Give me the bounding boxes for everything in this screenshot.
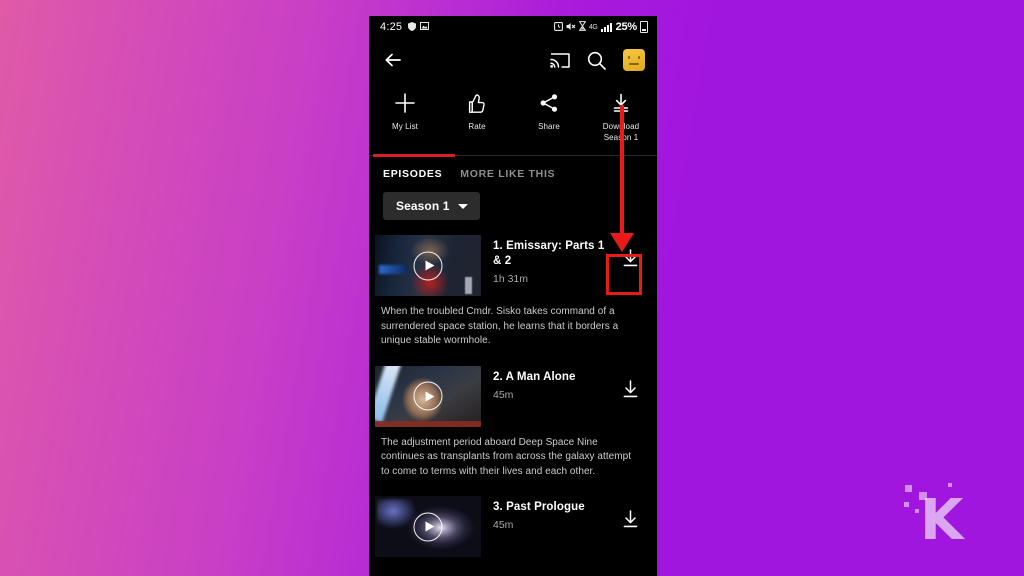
action-row: My List Rate Share Season 1	[369, 82, 657, 147]
tab-list: EPISODES MORE LIKE THIS	[369, 156, 657, 190]
episode-duration: 45m	[493, 519, 514, 531]
episode-row: 2. A Man Alone 45m	[375, 359, 647, 427]
tab-episodes[interactable]: EPISODES	[383, 168, 442, 180]
tab-bar: EPISODES MORE LIKE THIS	[369, 154, 657, 190]
episode-description: The adjustment period aboard Deep Space …	[381, 436, 632, 477]
rate-label: Rate	[468, 122, 486, 131]
status-clock: 4:25	[380, 21, 403, 33]
episode-item-3[interactable]: 3. Past Prologue 45m	[369, 489, 657, 557]
watermark-logo: K	[903, 473, 973, 553]
episode-title: 2. A Man Alone	[493, 370, 576, 383]
episode-description: When the troubled Cmdr. Sisko takes comm…	[381, 306, 619, 346]
annotation-arrow-line	[620, 105, 624, 237]
network-type-label: 4G	[588, 23, 598, 31]
my-list-button[interactable]: My List	[369, 90, 441, 143]
nav-right-group	[550, 49, 645, 71]
tab-more-like-this[interactable]: MORE LIKE THIS	[460, 168, 555, 180]
play-icon[interactable]	[413, 381, 443, 411]
episode-row: 3. Past Prologue 45m	[375, 489, 647, 557]
share-label: Share	[538, 122, 560, 131]
status-left-icons	[408, 21, 430, 33]
avatar-mouth	[629, 63, 639, 65]
annotation-highlight-box	[606, 254, 642, 295]
thumbs-up-icon	[467, 90, 487, 116]
annotation-arrow-head	[610, 233, 634, 252]
search-icon[interactable]	[587, 51, 606, 70]
watermark-letter: K	[920, 488, 963, 553]
alarm-icon	[553, 21, 563, 33]
episode-duration: 1h 31m	[493, 273, 529, 285]
play-icon[interactable]	[413, 512, 443, 541]
episode-thumbnail[interactable]	[375, 235, 481, 296]
season-dropdown-label: Season 1	[396, 199, 450, 213]
watermark-pixel	[948, 483, 952, 487]
hourglass-icon	[578, 21, 587, 33]
episode-title: 1. Emissary: Parts 1 & 2	[493, 240, 605, 267]
battery-icon	[640, 21, 648, 33]
battery-percent-label: 25%	[615, 21, 638, 33]
watermark-pixel	[915, 509, 919, 513]
back-arrow-icon[interactable]	[383, 50, 403, 70]
episode-item-2[interactable]: 2. A Man Alone 45m The adjustment period…	[369, 359, 657, 490]
share-icon	[539, 90, 559, 116]
episode-info: 1. Emissary: Parts 1 & 2 1h 31m	[481, 235, 613, 285]
mute-icon	[566, 22, 576, 33]
avatar-eye-right	[638, 56, 640, 59]
episode-thumbnail[interactable]	[375, 496, 481, 557]
episode-thumbnail[interactable]	[375, 365, 481, 427]
avatar-eye-left	[628, 56, 630, 59]
status-right-icons: 4G 25%	[553, 21, 648, 33]
episode-title: 3. Past Prologue	[493, 501, 585, 513]
app-nav-bar	[369, 38, 657, 82]
image-icon	[420, 22, 430, 32]
phone-screenshot: 4:25 4G 25% My List Rate Share Season 1 …	[369, 16, 657, 576]
chevron-down-icon	[457, 203, 468, 209]
episode-download-button[interactable]	[613, 366, 647, 400]
watermark-pixel	[905, 485, 912, 492]
play-icon[interactable]	[413, 251, 443, 280]
rate-button[interactable]: Rate	[441, 90, 513, 143]
episode-duration: 45m	[493, 388, 514, 401]
episode-download-button[interactable]	[613, 496, 647, 530]
active-tab-underline	[373, 154, 455, 157]
season-selector-row: Season 1	[369, 190, 657, 228]
signal-bars-icon	[600, 22, 612, 32]
season-dropdown[interactable]: Season 1	[383, 192, 480, 220]
cast-icon[interactable]	[550, 52, 570, 69]
shield-icon	[408, 21, 417, 33]
episode-info: 3. Past Prologue 45m	[481, 496, 613, 531]
profile-avatar[interactable]	[623, 49, 645, 71]
plus-icon	[394, 90, 416, 116]
my-list-label: My List	[391, 122, 419, 131]
episode-info: 2. A Man Alone 45m	[481, 366, 613, 401]
watermark-pixel	[904, 502, 909, 507]
share-button[interactable]: Share	[513, 90, 585, 143]
status-bar: 4:25 4G 25%	[369, 16, 657, 38]
